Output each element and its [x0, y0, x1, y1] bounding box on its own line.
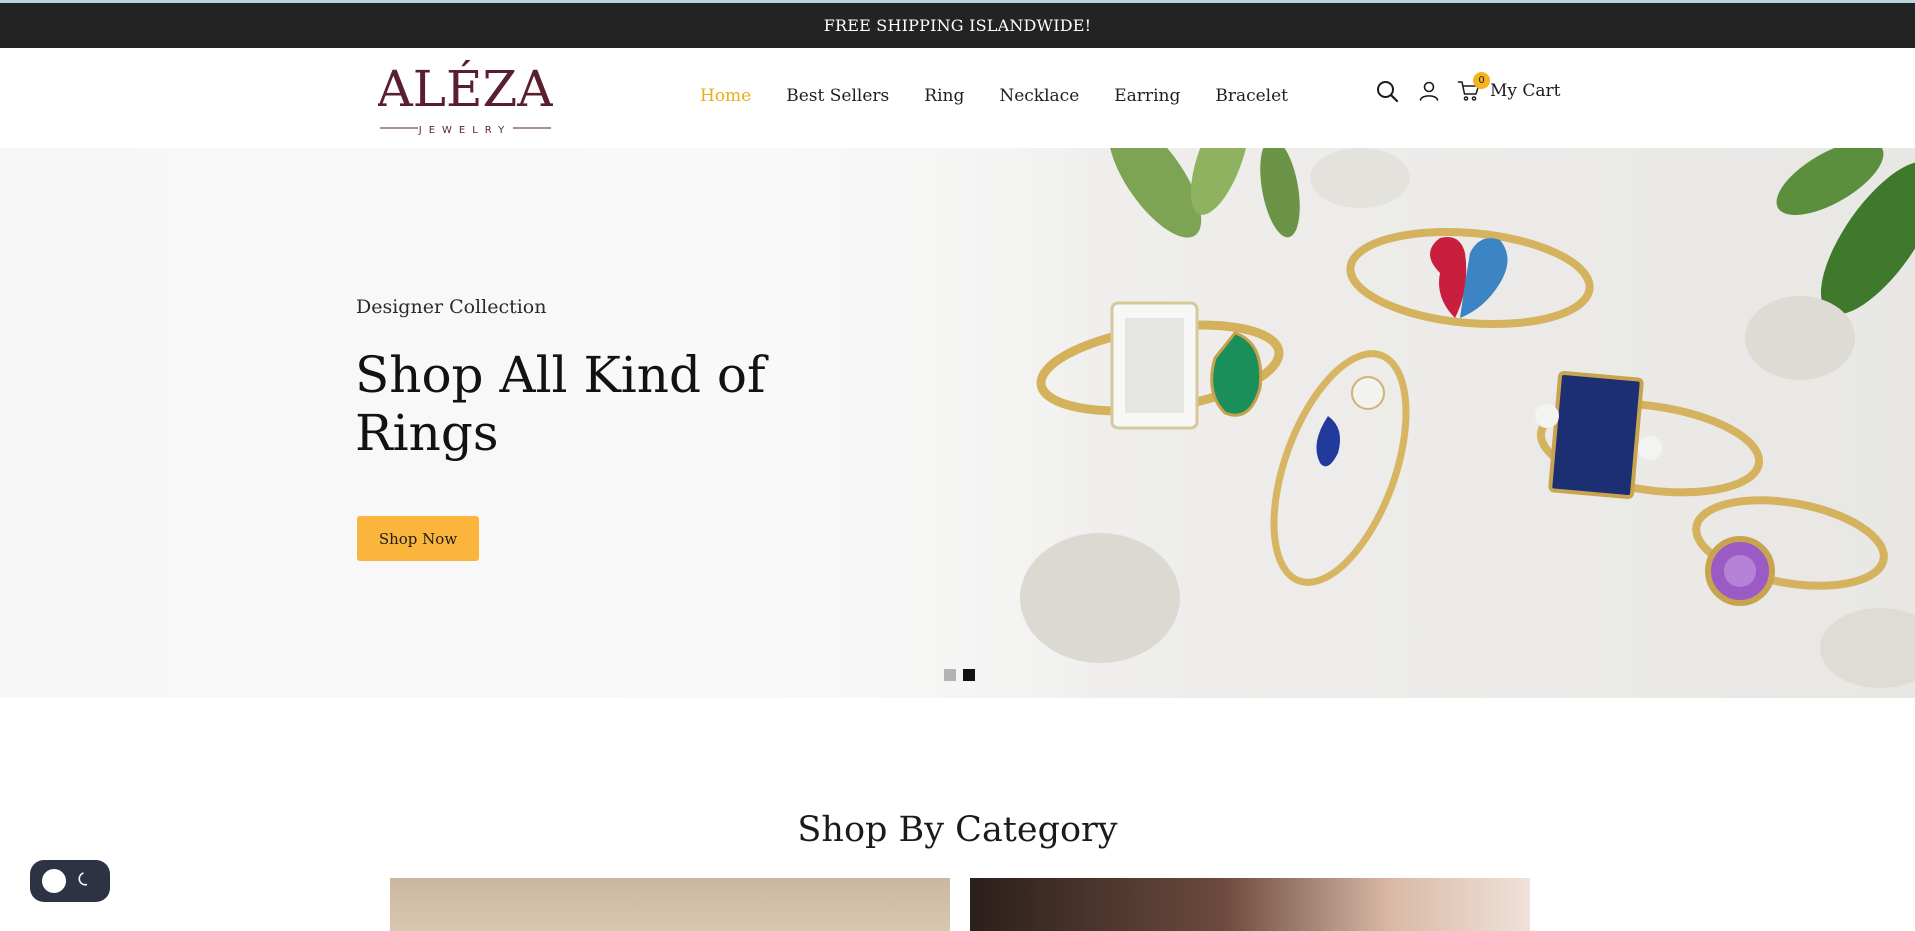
search-icon[interactable]: [1374, 78, 1400, 104]
theme-toggle[interactable]: [30, 860, 110, 902]
cart-label: My Cart: [1490, 81, 1561, 101]
nav-item-earring[interactable]: Earring: [1114, 86, 1180, 106]
slider-dots: [944, 669, 975, 681]
cart-count-badge: 0: [1473, 72, 1490, 89]
shop-now-button[interactable]: Shop Now: [357, 516, 479, 561]
slider-dot-2[interactable]: [963, 669, 975, 681]
announcement-bar: FREE SHIPPING ISLANDWIDE!: [0, 3, 1915, 48]
header-tools: 0 My Cart: [1374, 72, 1561, 104]
nav-item-home[interactable]: Home: [700, 86, 751, 106]
hero-eyebrow: Designer Collection: [356, 296, 547, 318]
brand-tagline: JEWELRY: [418, 125, 511, 136]
category-section-title: Shop By Category: [797, 810, 1118, 850]
cart-button[interactable]: 0 My Cart: [1456, 72, 1561, 104]
category-card[interactable]: [970, 878, 1530, 931]
toggle-knob: [42, 869, 66, 893]
nav-item-ring[interactable]: Ring: [924, 86, 964, 106]
announcement-text: FREE SHIPPING ISLANDWIDE!: [823, 16, 1092, 35]
brand-logo[interactable]: ALÉZA JEWELRY: [378, 54, 553, 142]
category-card[interactable]: [390, 878, 950, 931]
nav-item-bracelet[interactable]: Bracelet: [1215, 86, 1288, 106]
brand-name: ALÉZA: [378, 59, 553, 118]
hero-rings-image: [960, 148, 1915, 698]
hero-banner: Designer Collection Shop All Kind of Rin…: [0, 148, 1915, 698]
nav-item-best-sellers[interactable]: Best Sellers: [786, 86, 889, 106]
user-icon[interactable]: [1416, 78, 1442, 104]
moon-icon: [76, 871, 92, 891]
main-nav: Home Best Sellers Ring Necklace Earring …: [700, 86, 1288, 106]
site-header: ALÉZA JEWELRY Home Best Sellers Ring Nec…: [0, 48, 1915, 148]
hero-title: Shop All Kind of Rings: [355, 346, 766, 462]
nav-item-necklace[interactable]: Necklace: [999, 86, 1079, 106]
slider-dot-1[interactable]: [944, 669, 956, 681]
